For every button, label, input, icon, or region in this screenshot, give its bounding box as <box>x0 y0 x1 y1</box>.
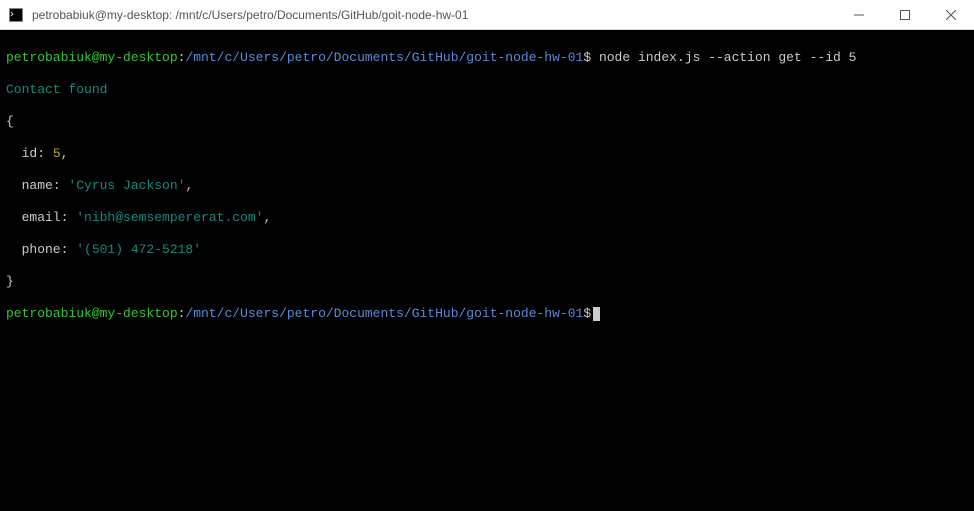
field-id: id: 5, <box>6 146 968 162</box>
prompt-user: petrobabiuk@my-desktop <box>6 306 178 321</box>
prompt-sigil: $ <box>583 50 591 65</box>
command: node index.js --action get --id 5 <box>599 50 856 65</box>
brace-close: } <box>6 274 968 290</box>
prompt-line-2: petrobabiuk@my-desktop:/mnt/c/Users/petr… <box>6 306 968 322</box>
prompt-cwd: /mnt/c/Users/petro/Documents/GitHub/goit… <box>185 306 583 321</box>
window-controls <box>836 0 974 29</box>
cursor <box>593 307 600 321</box>
minimize-button[interactable] <box>836 0 882 29</box>
maximize-button[interactable] <box>882 0 928 29</box>
prompt-cwd: /mnt/c/Users/petro/Documents/GitHub/goit… <box>185 50 583 65</box>
prompt-user: petrobabiuk@my-desktop <box>6 50 178 65</box>
terminal-icon <box>8 7 24 23</box>
brace-open: { <box>6 114 968 130</box>
field-email: email: 'nibh@semsempererat.com', <box>6 210 968 226</box>
prompt-line-1: petrobabiuk@my-desktop:/mnt/c/Users/petr… <box>6 50 968 66</box>
field-phone: phone: '(501) 472-5218' <box>6 242 968 258</box>
window-titlebar: petrobabiuk@my-desktop: /mnt/c/Users/pet… <box>0 0 974 30</box>
window-title: petrobabiuk@my-desktop: /mnt/c/Users/pet… <box>32 8 836 22</box>
output-message: Contact found <box>6 82 968 98</box>
terminal-viewport[interactable]: petrobabiuk@my-desktop:/mnt/c/Users/petr… <box>0 30 974 511</box>
command-text <box>591 50 599 65</box>
field-name: name: 'Cyrus Jackson', <box>6 178 968 194</box>
close-button[interactable] <box>928 0 974 29</box>
